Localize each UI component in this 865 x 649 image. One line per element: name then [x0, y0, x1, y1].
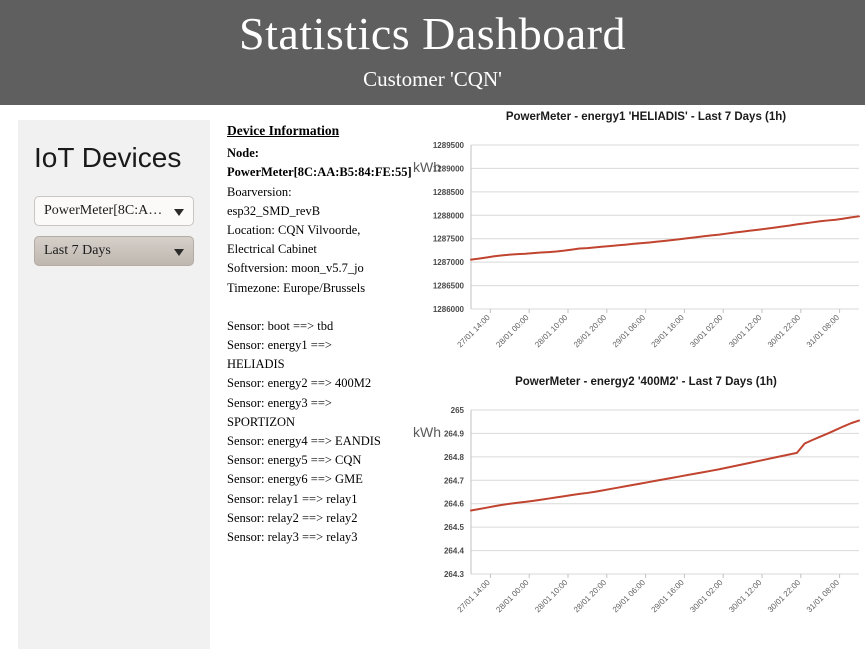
svg-text:29/01 16:00: 29/01 16:00: [650, 578, 687, 615]
svg-text:265: 265: [451, 406, 465, 415]
chevron-down-icon: [174, 209, 184, 216]
svg-text:264.7: 264.7: [444, 476, 465, 485]
svg-text:264.3: 264.3: [444, 570, 465, 579]
list-item: Sensor: energy3 ==> SPORTIZON: [227, 395, 332, 429]
list-item: Sensor: relay1 ==> relay1: [227, 491, 358, 506]
timerange-select-value: Last 7 Days: [44, 243, 111, 258]
device-softversion: Softversion: moon_v5.7_jo: [227, 261, 364, 276]
device-information-panel: Device Information Node: PowerMeter[8C:A…: [227, 121, 412, 547]
device-info-heading: Device Information: [227, 123, 340, 138]
list-item: Sensor: energy5 ==> CQN: [227, 453, 362, 468]
svg-text:1289500: 1289500: [433, 141, 465, 150]
svg-text:1287500: 1287500: [433, 235, 465, 244]
svg-text:264.8: 264.8: [444, 453, 465, 462]
timerange-select[interactable]: Last 7 Days: [34, 236, 194, 266]
svg-text:30/01 22:00: 30/01 22:00: [766, 313, 803, 350]
svg-text:1288000: 1288000: [433, 211, 465, 220]
list-item: Sensor: energy2 ==> 400M2: [227, 376, 372, 391]
sidebar: IoT Devices PowerMeter[8C:AA:... Last 7 …: [18, 120, 210, 649]
svg-text:30/01 12:00: 30/01 12:00: [727, 313, 764, 350]
svg-text:264.5: 264.5: [444, 523, 465, 532]
svg-text:1286000: 1286000: [433, 305, 465, 314]
chevron-down-icon: [174, 249, 184, 256]
svg-text:27/01 14:00: 27/01 14:00: [456, 313, 493, 350]
svg-text:1286500: 1286500: [433, 282, 465, 291]
device-select-value: PowerMeter[8C:AA:...: [44, 203, 173, 218]
device-node-label: Node:: [227, 146, 259, 161]
svg-text:31/01 08:00: 31/01 08:00: [805, 313, 842, 350]
svg-text:30/01 12:00: 30/01 12:00: [727, 578, 764, 615]
svg-text:264.4: 264.4: [444, 547, 465, 556]
main-content: IoT Devices PowerMeter[8C:AA:... Last 7 …: [0, 105, 865, 649]
chart-title: PowerMeter - energy1 'HELIADIS' - Last 7…: [505, 111, 787, 123]
list-item: Sensor: relay3 ==> relay3: [227, 530, 358, 545]
device-timezone: Timezone: Europe/Brussels: [227, 280, 366, 295]
device-boardversion: Boarversion: esp32_SMD_revB: [227, 184, 321, 218]
svg-text:28/01 10:00: 28/01 10:00: [533, 313, 570, 350]
svg-text:1287000: 1287000: [433, 258, 465, 267]
svg-text:29/01 16:00: 29/01 16:00: [650, 313, 687, 350]
sidebar-title: IoT Devices: [34, 142, 182, 173]
svg-text:30/01 22:00: 30/01 22:00: [766, 578, 803, 615]
svg-text:264.9: 264.9: [444, 429, 465, 438]
svg-text:30/01 02:00: 30/01 02:00: [688, 313, 725, 350]
device-node-value: PowerMeter[8C:AA:B5:84:FE:55]: [227, 165, 412, 180]
list-item: Sensor: boot ==> tbd: [227, 318, 334, 333]
svg-text:28/01 20:00: 28/01 20:00: [572, 578, 609, 615]
list-item: Sensor: relay2 ==> relay2: [227, 510, 358, 525]
device-select[interactable]: PowerMeter[8C:AA:...: [34, 196, 194, 226]
chart-svg: 264.3 264.4 264.5 264.6 264.7 264.8 264.9 265 27…: [444, 406, 860, 615]
sensor-list: Sensor: boot ==> tbd Sensor: energy1 ==>…: [227, 317, 387, 547]
chart-svg: 1286000 1286500 1287000 1287500 1288000 12885…: [433, 141, 860, 350]
device-location: Location: CQN Vilvoorde, Electrical Cabi…: [227, 223, 361, 257]
svg-text:27/01 14:00: 27/01 14:00: [456, 578, 493, 615]
page-subtitle: Customer 'CQN': [363, 67, 502, 91]
list-item: Sensor: energy6 ==> GME: [227, 472, 363, 487]
svg-text:264.6: 264.6: [444, 500, 465, 509]
chart-plot-area: kWh 264.3 264.4 264.5 264.6 264.7 264.8 264.9 2…: [403, 398, 865, 628]
chart-energy2: PowerMeter - energy2 '400M2' - Last 7 Da…: [403, 376, 865, 628]
svg-text:29/01 06:00: 29/01 06:00: [611, 313, 648, 350]
chart-title: PowerMeter - energy2 '400M2' - Last 7 Da…: [515, 376, 777, 388]
chart-y-axis-label: kWh: [413, 424, 441, 440]
chart-y-axis-label: kWh: [413, 159, 441, 175]
svg-text:31/01 08:00: 31/01 08:00: [805, 578, 842, 615]
svg-text:28/01 00:00: 28/01 00:00: [494, 313, 531, 350]
svg-text:30/01 02:00: 30/01 02:00: [688, 578, 725, 615]
svg-text:28/01 20:00: 28/01 20:00: [572, 313, 609, 350]
svg-text:28/01 10:00: 28/01 10:00: [533, 578, 570, 615]
page-header: Statistics Dashboard Customer 'CQN': [0, 0, 865, 105]
svg-text:29/01 06:00: 29/01 06:00: [611, 578, 648, 615]
svg-text:1288500: 1288500: [433, 188, 465, 197]
chart-plot-area: kWh 1286000 1286500 1287000 1287500 1288000 1…: [403, 133, 865, 363]
list-item: Sensor: energy1 ==> HELIADIS: [227, 338, 332, 372]
list-item: Sensor: energy4 ==> EANDIS: [227, 434, 381, 449]
svg-text:28/01 00:00: 28/01 00:00: [494, 578, 531, 615]
page-title: Statistics Dashboard: [239, 8, 626, 59]
chart-energy1: PowerMeter - energy1 'HELIADIS' - Last 7…: [403, 111, 865, 363]
